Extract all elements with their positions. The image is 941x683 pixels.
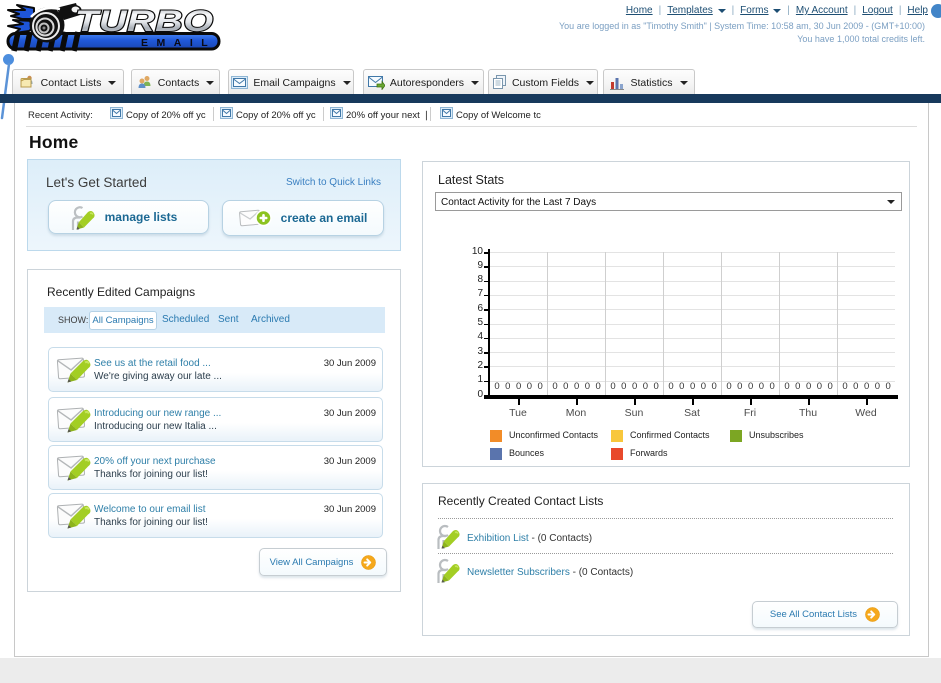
svg-text:EMAIL: EMAIL [141,37,216,49]
svg-text:TURBO: TURBO [75,5,214,38]
